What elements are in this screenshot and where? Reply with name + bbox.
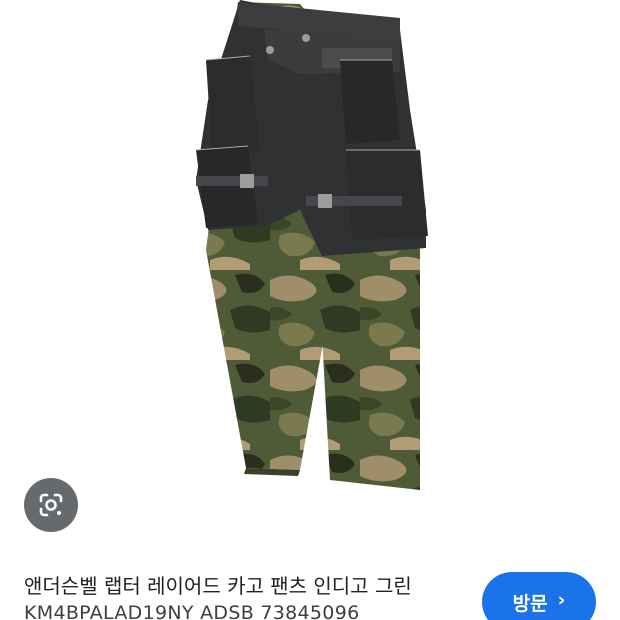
product-sku: KM4BPALAD19NY ADSB 73845096 bbox=[24, 602, 360, 620]
product-title[interactable]: 앤더슨벨 랩터 레이어드 카고 팬츠 인디고 그린 bbox=[24, 572, 464, 600]
chevron-right-icon: › bbox=[557, 589, 566, 611]
visit-button-label: 방문 bbox=[512, 593, 548, 615]
visit-button[interactable]: 방문 › bbox=[482, 572, 596, 620]
google-lens-icon bbox=[39, 493, 63, 517]
google-lens-button[interactable] bbox=[24, 478, 78, 532]
cargo-pants-image bbox=[195, 0, 428, 490]
product-image[interactable] bbox=[0, 0, 620, 552]
product-info-bar: 앤더슨벨 랩터 레이어드 카고 팬츠 인디고 그린 KM4BPALAD19NY … bbox=[0, 552, 620, 620]
